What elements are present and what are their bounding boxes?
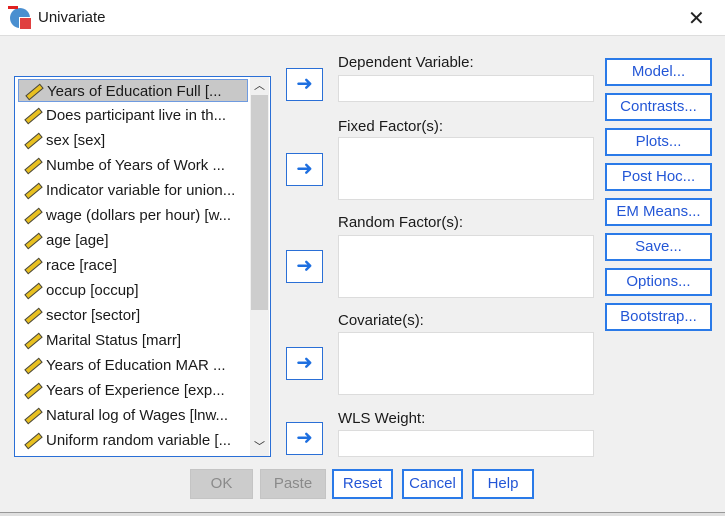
post-hoc-button[interactable]: Post Hoc... <box>605 163 712 191</box>
variable-item[interactable]: Numbe of Years of Work ... <box>18 154 248 177</box>
arrow-right-icon: ➜ <box>296 73 313 95</box>
move-to-random-button[interactable]: ➜ <box>286 250 323 283</box>
scale-ruler-icon <box>24 382 43 400</box>
covariate-label: Covariate(s): <box>338 312 424 329</box>
variable-item[interactable]: Years of Experience [exp... <box>18 379 248 402</box>
model-button[interactable]: Model... <box>605 58 712 86</box>
arrow-right-icon: ➜ <box>296 427 313 449</box>
wls-label: WLS Weight: <box>338 410 426 427</box>
variable-label: sector [sector] <box>46 307 141 324</box>
scale-ruler-icon <box>24 157 43 175</box>
options-button[interactable]: Options... <box>605 268 712 296</box>
variable-label: Years of Education Full [... <box>47 83 222 100</box>
variable-label: occup [occup] <box>46 282 139 299</box>
app-icon <box>8 6 32 30</box>
variable-item[interactable]: sector [sector] <box>18 304 248 327</box>
variable-item[interactable]: Marital Status [marr] <box>18 329 248 352</box>
move-to-wls-button[interactable]: ➜ <box>286 422 323 455</box>
variable-label: Years of Education MAR ... <box>46 357 226 374</box>
help-button[interactable]: Help <box>472 469 534 499</box>
variable-item[interactable]: Natural log of Wages [lnw... <box>18 404 248 427</box>
variable-label: Natural log of Wages [lnw... <box>46 407 229 424</box>
variable-label: wage (dollars per hour) [w... <box>46 207 232 224</box>
dependent-field[interactable] <box>338 75 594 102</box>
move-to-dependent-button[interactable]: ➜ <box>286 68 323 101</box>
variable-item[interactable]: race [race] <box>18 254 248 277</box>
scale-ruler-icon <box>24 357 43 375</box>
save-button[interactable]: Save... <box>605 233 712 261</box>
variable-label: Does participant live in th... <box>46 107 227 124</box>
window-title: Univariate <box>38 9 106 26</box>
scale-ruler-icon <box>24 432 43 450</box>
scale-ruler-icon <box>24 307 43 325</box>
wls-weight-field[interactable] <box>338 430 594 457</box>
contrasts-button[interactable]: Contrasts... <box>605 93 712 121</box>
scale-ruler-icon <box>24 182 43 200</box>
scale-ruler-icon <box>24 232 43 250</box>
variable-label: race [race] <box>46 257 117 274</box>
em-means-button[interactable]: EM Means... <box>605 198 712 226</box>
variable-list[interactable]: ︿ ﹀ Years of Education Full [... Does par… <box>14 76 271 457</box>
covariate-list[interactable] <box>338 332 594 395</box>
arrow-right-icon: ➜ <box>296 158 313 180</box>
arrow-right-icon: ➜ <box>296 255 313 277</box>
variable-item[interactable]: Years of Education Full [... <box>18 79 248 102</box>
variable-item[interactable]: age [age] <box>18 229 248 252</box>
title-bar: Univariate ✕ <box>0 0 725 36</box>
variable-item[interactable]: occup [occup] <box>18 279 248 302</box>
variable-item[interactable]: Years of Education MAR ... <box>18 354 248 377</box>
scale-ruler-icon <box>24 282 43 300</box>
scale-ruler-icon <box>24 132 43 150</box>
scrollbar[interactable]: ︿ ﹀ <box>250 77 269 456</box>
variable-item[interactable]: Indicator variable for union... <box>18 179 248 202</box>
arrow-right-icon: ➜ <box>296 352 313 374</box>
fixed-factor-list[interactable] <box>338 137 594 200</box>
variable-label: Indicator variable for union... <box>46 182 236 199</box>
scale-ruler-icon <box>25 83 44 101</box>
variable-item[interactable]: Does participant live in th... <box>18 104 248 127</box>
scale-ruler-icon <box>24 257 43 275</box>
move-to-fixed-button[interactable]: ➜ <box>286 153 323 186</box>
variable-label: Uniform random variable [... <box>46 432 232 449</box>
scale-ruler-icon <box>24 107 43 125</box>
variable-label: sex [sex] <box>46 132 106 149</box>
variable-label: Marital Status [marr] <box>46 332 182 349</box>
reset-button[interactable]: Reset <box>332 469 393 499</box>
random-label: Random Factor(s): <box>338 214 464 231</box>
variable-item[interactable]: Uniform random variable [... <box>18 429 248 452</box>
cancel-button[interactable]: Cancel <box>402 469 463 499</box>
close-icon[interactable]: ✕ <box>688 6 705 31</box>
plots-button[interactable]: Plots... <box>605 128 712 156</box>
dependent-label: Dependent Variable: <box>338 54 474 71</box>
scroll-down-icon[interactable]: ﹀ <box>250 438 269 456</box>
move-to-covariate-button[interactable]: ➜ <box>286 347 323 380</box>
scale-ruler-icon <box>24 332 43 350</box>
scale-ruler-icon <box>24 207 43 225</box>
random-factor-list[interactable] <box>338 235 594 298</box>
variable-label: age [age] <box>46 232 109 249</box>
background-window-edge <box>0 512 725 516</box>
paste-button[interactable]: Paste <box>260 469 326 499</box>
scroll-thumb[interactable] <box>251 95 268 310</box>
ok-button[interactable]: OK <box>190 469 253 499</box>
bootstrap-button[interactable]: Bootstrap... <box>605 303 712 331</box>
scroll-up-icon[interactable]: ︿ <box>250 77 269 95</box>
fixed-label: Fixed Factor(s): <box>338 118 444 135</box>
variable-item[interactable]: sex [sex] <box>18 129 248 152</box>
variable-item[interactable]: wage (dollars per hour) [w... <box>18 204 248 227</box>
scale-ruler-icon <box>24 407 43 425</box>
variable-label: Numbe of Years of Work ... <box>46 157 225 174</box>
variable-label: Years of Experience [exp... <box>46 382 225 399</box>
